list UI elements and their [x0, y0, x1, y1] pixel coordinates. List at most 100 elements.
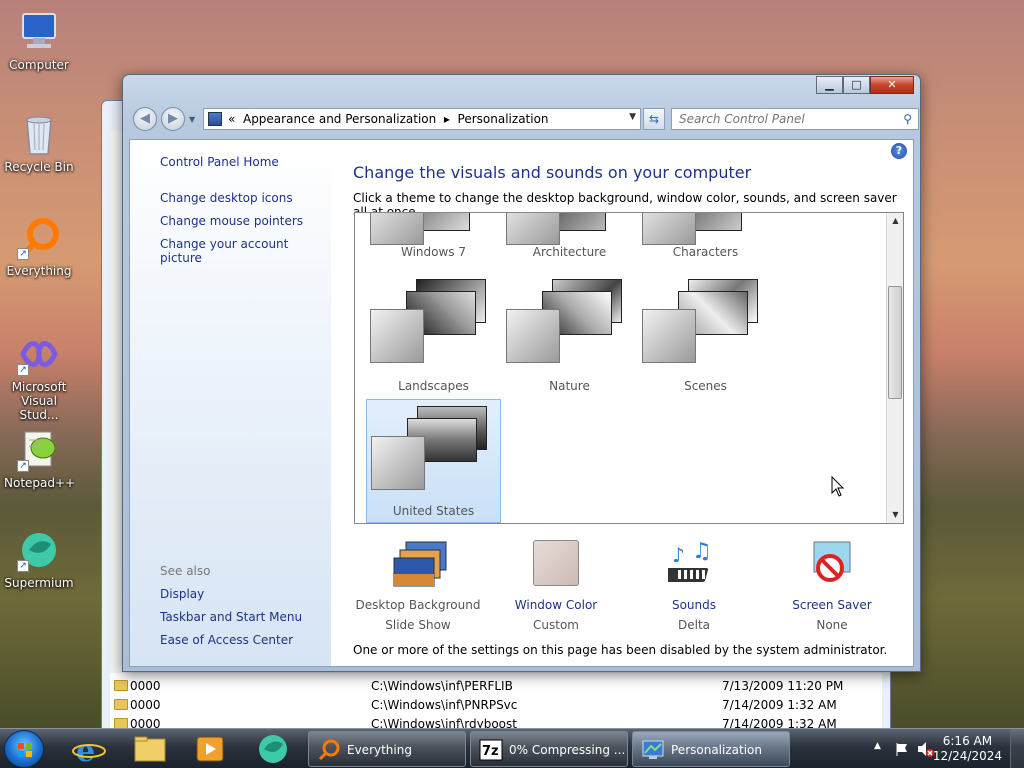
right-pane: ? Change the visuals and sounds on your …	[331, 140, 913, 666]
explorer-pin[interactable]	[125, 731, 175, 767]
maximize-button[interactable]: □	[843, 76, 870, 94]
mouse-cursor-icon	[831, 475, 845, 501]
back-button[interactable]: ◀	[133, 107, 157, 131]
scrollbar-thumb[interactable]	[888, 286, 902, 399]
computer-icon	[17, 10, 61, 54]
breadcrumb-overflow[interactable]: «	[228, 112, 235, 126]
theme-united-states[interactable]: United States	[366, 399, 501, 523]
theme-windows-7[interactable]: Windows 7	[366, 213, 501, 263]
refresh-icon: ⇆	[648, 112, 660, 126]
row-path: C:\Windows\inf\PERFLIB	[371, 679, 513, 693]
clock[interactable]: 6:16 AM 12/24/2024	[933, 734, 1002, 764]
show-hidden-icons-arrow-icon[interactable]: ▲	[874, 741, 881, 751]
folder-icon	[114, 680, 128, 691]
row-path: C:\Windows\inf\PNRPSvc	[371, 698, 518, 712]
start-button[interactable]	[4, 730, 44, 768]
theme-gallery[interactable]: Windows 7 Architecture Characters Landsc…	[354, 212, 904, 524]
desktop-icon-supermium[interactable]: ↗ Supermium	[4, 528, 74, 590]
theme-architecture[interactable]: Architecture	[502, 213, 637, 263]
supermium-pin[interactable]	[248, 731, 298, 767]
folder-icon	[114, 699, 128, 710]
theme-label: United States	[392, 504, 475, 518]
breadcrumb-appearance[interactable]: Appearance and Personalization	[243, 112, 436, 126]
taskbar-button-7zip[interactable]: 7z 0% Compressing ...	[470, 731, 628, 767]
theme-color-swatch	[506, 309, 560, 363]
search-icon[interactable]: ⚲	[903, 112, 912, 126]
table-row[interactable]: 0000 C:\Windows\inf\PNRPSvc 7/14/2009 1:…	[110, 696, 882, 715]
desktop-icon-label: Supermium	[4, 576, 74, 590]
theme-landscapes[interactable]: Landscapes	[366, 273, 501, 397]
theme-color-swatch	[371, 436, 425, 490]
change-desktop-icons-link[interactable]: Change desktop icons	[160, 191, 293, 205]
theme-label: Characters	[672, 245, 739, 259]
forward-arrow-icon: ▶	[168, 111, 178, 126]
refresh-button[interactable]: ⇆	[643, 108, 665, 130]
seven-zip-icon: 7z	[479, 739, 503, 761]
search-box[interactable]: ⚲	[671, 108, 919, 130]
shortcut-arrow-icon: ↗	[17, 460, 29, 472]
minimize-button[interactable]: ▁	[816, 76, 843, 94]
back-arrow-icon: ◀	[140, 111, 150, 126]
theme-gallery-scrollbar[interactable]: ▲ ▼	[886, 213, 903, 523]
window-color-item[interactable]: Window Color Custom	[491, 540, 621, 632]
action-center-flag-icon[interactable]	[894, 741, 910, 757]
show-desktop-button[interactable]	[1010, 729, 1024, 768]
screen-saver-label[interactable]: Screen Saver	[767, 598, 897, 612]
control-panel-icon	[208, 112, 222, 126]
desktop-background-item[interactable]: Desktop Background Slide Show	[353, 540, 483, 632]
taskbar-button-personalization[interactable]: Personalization	[632, 731, 790, 767]
shortcut-arrow-icon: ↗	[17, 364, 29, 376]
breadcrumb-personalization[interactable]: Personalization	[458, 112, 549, 126]
svg-text:e: e	[76, 734, 95, 767]
desktop-icon-recycle-bin[interactable]: Recycle Bin	[4, 112, 74, 174]
desktop-icon-label: Notepad++	[4, 476, 76, 490]
volume-muted-icon[interactable]	[916, 740, 934, 758]
search-input[interactable]	[672, 109, 882, 129]
theme-label: Landscapes	[398, 379, 469, 393]
theme-scenes[interactable]: Scenes	[638, 273, 773, 397]
table-row[interactable]: 0000 C:\Windows\inf\PERFLIB 7/13/2009 11…	[110, 677, 882, 696]
scroll-up-arrow-icon[interactable]: ▲	[887, 213, 903, 229]
row-name: 0000	[130, 698, 161, 712]
personalization-icon	[642, 740, 664, 759]
taskbar-button-everything[interactable]: Everything	[308, 731, 466, 767]
theme-color-swatch	[370, 309, 424, 363]
taskbar: e Everything 7z 0% Compressing ... Perso…	[0, 728, 1024, 768]
address-dropdown-icon[interactable]: ▼	[629, 112, 636, 122]
ease-of-access-link[interactable]: Ease of Access Center	[160, 633, 293, 647]
address-bar[interactable]: « Appearance and Personalization ▸ Perso…	[203, 108, 641, 130]
help-icon[interactable]: ?	[891, 143, 907, 159]
scroll-down-arrow-icon[interactable]: ▼	[887, 507, 903, 523]
desktop-icon-notepad-plus-plus[interactable]: ↗ Notepad++	[4, 428, 76, 490]
control-panel-home-link[interactable]: Control Panel Home	[160, 155, 279, 169]
internet-explorer-pin[interactable]: e	[64, 731, 114, 768]
desktop-icon-label: Recycle Bin	[4, 160, 74, 174]
sounds-label[interactable]: Sounds	[629, 598, 759, 612]
change-mouse-pointers-link[interactable]: Change mouse pointers	[160, 214, 303, 228]
recent-pages-dropdown[interactable]: ▼	[189, 115, 195, 124]
display-link[interactable]: Display	[160, 587, 204, 601]
media-player-pin[interactable]	[185, 731, 235, 767]
screen-saver-item[interactable]: Screen Saver None	[767, 540, 897, 632]
theme-characters[interactable]: Characters	[638, 213, 773, 263]
media-player-icon	[196, 736, 224, 762]
taskbar-button-label: Everything	[347, 743, 412, 757]
desktop-icon-label: Everything	[6, 264, 72, 278]
close-button[interactable]: ✕	[870, 76, 914, 94]
desktop-icon-computer[interactable]: Computer	[4, 10, 74, 72]
breadcrumb-separator[interactable]: ▸	[444, 112, 450, 126]
window-color-label[interactable]: Window Color	[491, 598, 621, 612]
sounds-item[interactable]: ♪ ♫ Sounds Delta	[629, 539, 759, 632]
change-account-picture-link[interactable]: Change your account picture	[160, 237, 331, 265]
forward-button[interactable]: ▶	[161, 107, 185, 131]
page-title: Change the visuals and sounds on your co…	[353, 163, 752, 182]
desktop-icon-everything[interactable]: ↗ Everything	[4, 216, 74, 278]
theme-color-swatch	[642, 213, 696, 245]
personalization-window[interactable]: ▁ □ ✕ ◀ ▶ ▼ « Appearance and Personaliza…	[122, 74, 921, 672]
taskbar-start-menu-link[interactable]: Taskbar and Start Menu	[160, 610, 302, 624]
navigation-bar: ◀ ▶ ▼ « Appearance and Personalization ▸…	[131, 107, 919, 131]
desktop-icon-visual-studio[interactable]: ↗ Microsoft Visual Stud...	[4, 332, 74, 422]
content-area: Control Panel Home Change desktop icons …	[129, 139, 914, 667]
theme-nature[interactable]: Nature	[502, 273, 637, 397]
supermium-icon: ↗	[17, 528, 61, 572]
